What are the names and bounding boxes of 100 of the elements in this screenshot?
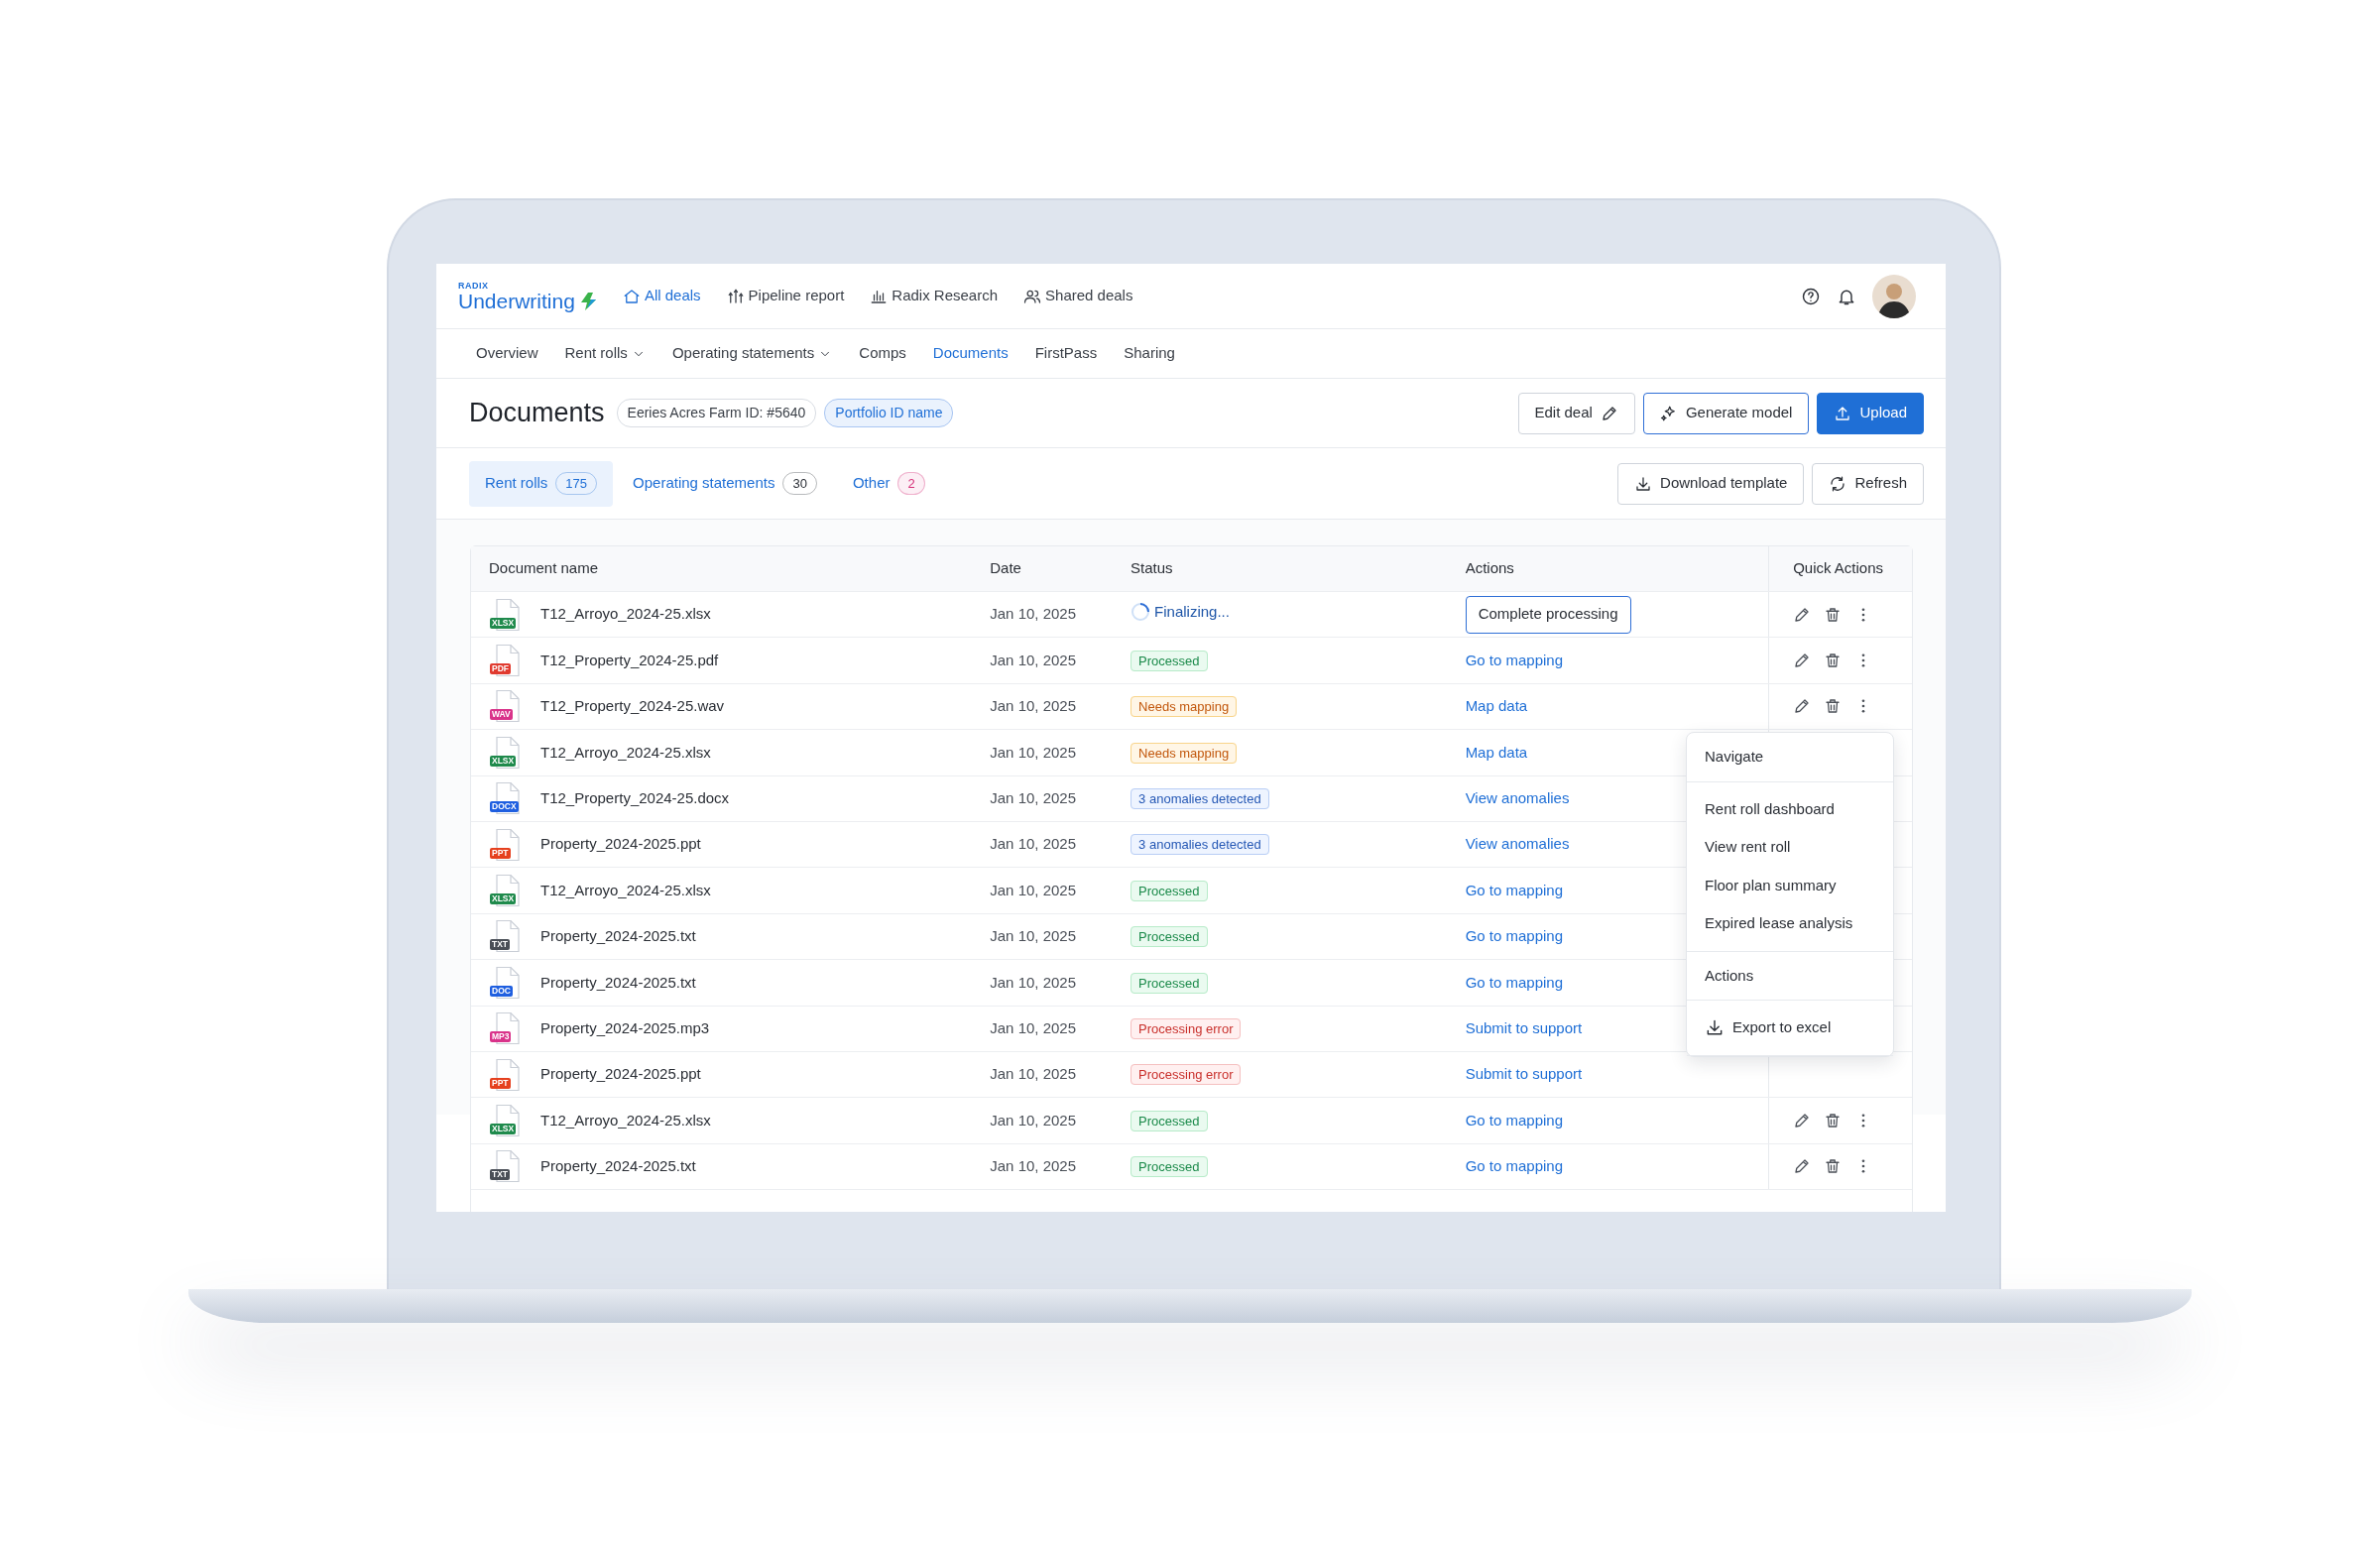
trash-icon[interactable]: [1824, 697, 1843, 716]
action-link[interactable]: Submit to support: [1465, 1065, 1583, 1083]
status-badge: Processed: [1130, 972, 1208, 994]
file-name[interactable]: T12_Property_2024-25.pdf: [540, 649, 719, 672]
trash-icon[interactable]: [1824, 605, 1843, 624]
edit-deal-button[interactable]: Edit deal: [1517, 392, 1635, 434]
file-type-label: TXT: [490, 1169, 511, 1181]
file-name[interactable]: Property_2024-2025.txt: [540, 1155, 696, 1178]
file-type-label: DOC: [490, 985, 513, 997]
nav-tab[interactable]: Comps: [859, 342, 906, 365]
column-header: Actions: [1465, 559, 1514, 577]
nav-link[interactable]: All deals: [622, 285, 701, 307]
status-badge: Processed: [1130, 1110, 1208, 1131]
date-text: Jan 10, 2025: [990, 743, 1077, 761]
status-badge: 3 anomalies detected: [1130, 788, 1269, 809]
download-template-button[interactable]: Download template: [1617, 462, 1805, 505]
status-text: Finalizing...: [1154, 601, 1230, 622]
menu-item[interactable]: Rent roll dashboard: [1687, 789, 1893, 828]
date-text: Jan 10, 2025: [990, 835, 1077, 853]
refresh-icon: [1829, 474, 1847, 493]
file-type-label: PPT: [490, 847, 511, 859]
nav-link[interactable]: Pipeline report: [726, 285, 845, 307]
file-name[interactable]: Property_2024-2025.ppt: [540, 833, 701, 856]
file-type-label: PPT: [490, 1077, 511, 1089]
file-type-label: TXT: [490, 939, 511, 951]
refresh-button[interactable]: Refresh: [1812, 462, 1924, 505]
file-type-label: XLSX: [490, 755, 517, 767]
menu-item[interactable]: Expired lease analysis: [1687, 904, 1893, 943]
status-badge: Processing error: [1130, 1017, 1242, 1039]
action-link[interactable]: Go to mapping: [1465, 881, 1564, 898]
action-link[interactable]: View anomalies: [1465, 789, 1570, 806]
deal-id-tag: Eeries Acres Farm ID: #5640: [616, 399, 817, 427]
status-badge: Processed: [1130, 926, 1208, 948]
file-type-label: WAV: [490, 709, 513, 721]
status-badge: Processed: [1130, 880, 1208, 901]
menu-item[interactable]: Floor plan summary: [1687, 866, 1893, 904]
file-name[interactable]: T12_Arroyo_2024-25.xlsx: [540, 603, 711, 626]
trash-icon[interactable]: [1824, 652, 1843, 670]
document-tab[interactable]: Operating statements 30: [617, 460, 833, 507]
nav-link[interactable]: Radix Research: [870, 285, 999, 307]
nav-link[interactable]: Shared deals: [1023, 285, 1133, 307]
file-name[interactable]: T12_Arroyo_2024-25.xlsx: [540, 741, 711, 765]
trash-icon[interactable]: [1824, 1112, 1843, 1129]
action-link[interactable]: Go to mapping: [1465, 973, 1564, 991]
date-text: Jan 10, 2025: [990, 605, 1077, 623]
column-header: Status: [1130, 559, 1173, 577]
action-link[interactable]: Map data: [1465, 743, 1528, 761]
trash-icon[interactable]: [1824, 1157, 1843, 1176]
file-name[interactable]: Property_2024-2025.ppt: [540, 1063, 701, 1086]
action-link[interactable]: Map data: [1465, 697, 1528, 715]
file-type-label: PDF: [490, 663, 511, 675]
file-name[interactable]: T12_Arroyo_2024-25.xlsx: [540, 879, 711, 902]
file-name[interactable]: T12_Arroyo_2024-25.xlsx: [540, 1109, 711, 1132]
nav-tab[interactable]: Overview: [476, 342, 538, 365]
action-link[interactable]: Go to mapping: [1465, 927, 1564, 945]
date-text: Jan 10, 2025: [990, 973, 1077, 991]
file-name[interactable]: Property_2024-2025.mp3: [540, 1016, 710, 1040]
status-badge: 3 anomalies detected: [1130, 834, 1269, 856]
portfolio-tag[interactable]: Portfolio ID name: [824, 399, 954, 427]
file-name[interactable]: T12_Property_2024-25.docx: [540, 787, 730, 810]
date-text: Jan 10, 2025: [990, 927, 1077, 945]
help-icon[interactable]: [1801, 286, 1821, 306]
action-link[interactable]: Go to mapping: [1465, 1111, 1564, 1129]
action-link[interactable]: Submit to support: [1465, 1018, 1583, 1036]
menu-item[interactable]: View rent roll: [1687, 828, 1893, 867]
menu-item[interactable]: Export to excel: [1687, 1009, 1893, 1047]
nav-tab[interactable]: Sharing: [1124, 342, 1175, 365]
nav-tab[interactable]: Documents: [932, 342, 1009, 365]
file-type-label: XLSX: [490, 617, 517, 629]
status-badge: Processed: [1130, 650, 1208, 671]
upload-button[interactable]: Upload: [1817, 392, 1924, 434]
nav-tab[interactable]: Operating statements: [671, 342, 833, 365]
file-name[interactable]: Property_2024-2025.txt: [540, 925, 696, 948]
date-text: Jan 10, 2025: [990, 1065, 1077, 1083]
page-title: Documents: [469, 397, 605, 429]
complete-processing-button[interactable]: Complete processing: [1465, 595, 1631, 634]
status-badge: Processing error: [1130, 1064, 1242, 1086]
action-link[interactable]: Go to mapping: [1465, 651, 1564, 668]
date-text: Jan 10, 2025: [990, 651, 1077, 668]
file-name[interactable]: Property_2024-2025.txt: [540, 971, 696, 995]
status-badge: Needs mapping: [1130, 696, 1238, 718]
status-badge: Needs mapping: [1130, 742, 1238, 764]
nav-tab[interactable]: FirstPass: [1034, 342, 1098, 365]
file-name[interactable]: T12_Property_2024-25.wav: [540, 695, 725, 718]
date-text: Jan 10, 2025: [990, 697, 1077, 715]
logo-tagline: RADIX: [458, 281, 490, 291]
file-type-label: MP3: [490, 1031, 512, 1043]
generate-model-button[interactable]: Generate model: [1642, 392, 1810, 434]
action-link[interactable]: Go to mapping: [1465, 1157, 1564, 1175]
date-text: Jan 10, 2025: [990, 1018, 1077, 1036]
action-link[interactable]: View anomalies: [1465, 835, 1570, 853]
sparkle-icon: [1659, 404, 1678, 422]
menu-heading: Navigate: [1687, 733, 1893, 782]
document-tab[interactable]: Rent rolls 175: [469, 460, 614, 507]
file-type-label: XLSX: [490, 893, 517, 905]
document-tab[interactable]: Other 2: [836, 460, 941, 507]
column-header: Document name: [489, 559, 599, 577]
avatar[interactable]: [1872, 274, 1916, 318]
chart-icon: [726, 287, 745, 305]
nav-tab[interactable]: Rent rolls: [564, 342, 646, 365]
